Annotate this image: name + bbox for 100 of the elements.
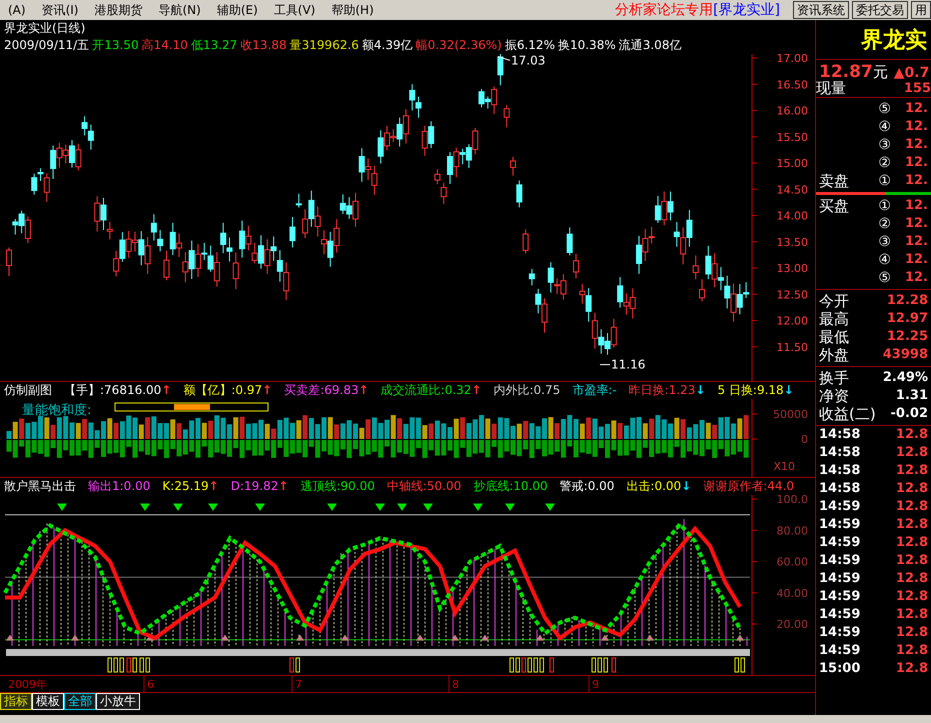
readout-text: 买卖差:69.83 (284, 383, 359, 397)
menu-item[interactable]: 港股期货 (86, 1, 150, 19)
toolbar-button[interactable]: 用 (911, 1, 931, 19)
field-value: 2.49% (882, 369, 928, 388)
indicator-name: 散户黑马出击 (4, 479, 76, 493)
candle (6, 246, 12, 277)
down-arrow-icon (505, 504, 515, 511)
tick-time: 14:59 (819, 606, 860, 624)
tick-time: 14:58 (819, 444, 860, 462)
marker-icon (481, 634, 489, 641)
marker-icon (451, 634, 459, 641)
menu-item[interactable]: 辅助(E) (208, 1, 266, 19)
quote-info: 振6.12% (504, 38, 555, 52)
axis-label: 20.00 (776, 618, 808, 632)
field-value: 43998 (882, 346, 928, 364)
level-label: ① (878, 172, 891, 190)
tick-price: 12.8 (896, 624, 928, 642)
indicator-name: 仿制副图 (4, 383, 52, 397)
down-arrow-icon (327, 504, 337, 511)
readout-text: 成交流通比:0.32 (380, 383, 472, 397)
date-label: 7 (295, 678, 302, 691)
down-arrow-icon (140, 504, 150, 511)
down-arrow-icon (208, 504, 218, 511)
stock-name: [界龙实业] (713, 0, 780, 20)
down-arrow-icon (375, 504, 385, 511)
field-value: -0.02 (890, 405, 928, 424)
marker-icon (736, 634, 744, 641)
tick-time: 14:59 (819, 588, 860, 606)
date-label: 6 (147, 678, 154, 691)
axis-label: 40.00 (776, 586, 808, 600)
tick-time: 14:59 (819, 552, 860, 570)
bottom-tab[interactable]: 模板 (32, 693, 64, 710)
toolbar-button[interactable]: 资讯系统 (793, 1, 849, 19)
candle (528, 268, 535, 286)
axis-label: 12.00 (776, 314, 808, 328)
readout-text: 内外比:0.75 (494, 383, 560, 397)
down-arrow-icon (397, 504, 407, 511)
chart-title: 界龙实业(日线) (4, 21, 86, 35)
down-arrow-icon (173, 504, 183, 511)
stock-title: 界龙实 (816, 20, 931, 60)
level-label: ④ (878, 250, 891, 270)
field-label: 今开 (819, 290, 849, 311)
trend-arrow: ↑ (161, 383, 172, 397)
marker-icon (6, 634, 14, 641)
toolbar-button[interactable]: 委托交易 (852, 1, 908, 19)
field-value: 12. (904, 269, 928, 288)
tick-time: 14:59 (819, 498, 860, 516)
bottom-tab[interactable]: 指标 (0, 693, 32, 710)
field-label: 买盘 (819, 196, 849, 217)
field-value: 12. (904, 215, 928, 234)
trend-arrow: ↓ (681, 479, 692, 493)
tick-price: 12.8 (896, 642, 928, 660)
readout-text: 昨日换:1.23 (628, 383, 696, 397)
menu-item[interactable]: (A) (0, 1, 34, 19)
date-label: 2009年 (8, 678, 47, 691)
tick-price: 12.8 (896, 516, 928, 534)
down-arrow-icon (57, 504, 67, 511)
bottom-tab[interactable]: 小放牛 (96, 693, 140, 710)
scale-label: X10 (773, 460, 795, 473)
readout-text: 中轴线:50.00 (386, 479, 462, 493)
quote-info: 换10.38% (558, 38, 616, 52)
quote-info: 流通3.08亿 (618, 38, 682, 52)
marker-icon (221, 634, 229, 641)
readout-text: 额【亿】:0.97 (183, 383, 262, 397)
axis-label: 16.00 (776, 104, 808, 118)
menu-item[interactable]: 导航(N) (150, 1, 209, 19)
menu-item[interactable]: 工具(V) (266, 1, 324, 19)
readout-text: 输出1:0.00 (88, 479, 150, 493)
marker-icon (601, 634, 609, 641)
tick-price: 12.8 (896, 498, 928, 516)
field-label: 净资 (819, 386, 849, 406)
quote-info: 收13.88 (240, 38, 287, 52)
down-arrow-icon (545, 504, 555, 511)
axis-label: 100.0 (776, 495, 808, 506)
quote-info: 高14.10 (142, 38, 188, 52)
axis-label: 15.50 (776, 130, 808, 144)
down-arrow-icon (423, 504, 433, 511)
menu-item[interactable]: 资讯(I) (34, 1, 86, 19)
trend-arrow: ↓ (784, 383, 794, 397)
readout-text: 市盈率:- (572, 383, 617, 397)
field-value: 12. (904, 100, 928, 118)
tick-time: 14:59 (819, 516, 860, 534)
trend-arrow: ↓ (695, 383, 706, 397)
readout-text: 【手】:76816.00 (64, 383, 162, 397)
tick-time: 14:59 (819, 624, 860, 642)
menu-item[interactable]: 帮助(H) (323, 1, 382, 19)
axis-label: 80.00 (776, 524, 808, 538)
field-value: 12. (904, 197, 928, 216)
candle (522, 228, 529, 254)
marker-icon (296, 634, 304, 641)
field-value: 1.31 (896, 387, 928, 406)
tick-price: 12.8 (896, 606, 928, 624)
bottom-tab[interactable]: 全部 (64, 693, 96, 710)
readout-text: K:25.19 (162, 479, 209, 493)
high-price-marker (498, 56, 510, 61)
axis-label: 15.00 (776, 157, 808, 170)
field-value: 12.25 (886, 328, 928, 346)
axis-label: 17.00 (776, 54, 808, 65)
level-label: ③ (878, 232, 891, 252)
tick-price: 12.8 (896, 660, 928, 678)
